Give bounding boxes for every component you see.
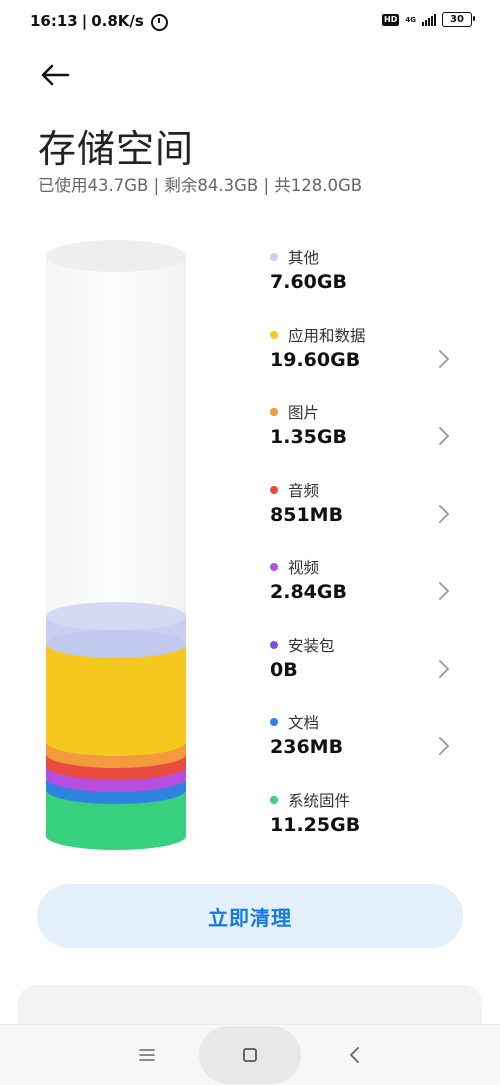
category-label: 文档 <box>288 714 320 732</box>
photos-dot-icon <box>270 408 278 416</box>
nav-back-icon[interactable] <box>345 1045 365 1065</box>
status-left: 16:13 | 0.8K/s <box>30 12 168 31</box>
apk-dot-icon <box>270 640 278 649</box>
category-label: 应用和数据 <box>288 326 366 345</box>
storage-summary: 已使用43.7GB | 剩余84.3GB | 共128.0GB <box>38 176 363 195</box>
category-system-firmware: 系统固件 11.25GB <box>270 787 470 865</box>
chevron-right-icon[interactable] <box>434 347 454 371</box>
category-audio[interactable]: 音频 851MB <box>270 477 470 555</box>
category-apk[interactable]: 安装包 0B <box>270 632 470 710</box>
category-photos[interactable]: 图片 1.35GB <box>270 399 470 477</box>
other-dot-icon <box>270 253 278 261</box>
back-button[interactable] <box>38 58 72 92</box>
arrow-left-icon <box>41 64 70 86</box>
status-bar: 16:13 | 0.8K/s HD 4G 30 <box>0 0 500 44</box>
home-icon[interactable] <box>240 1045 260 1065</box>
category-size: 11.25GB <box>270 813 361 836</box>
category-label: 系统固件 <box>288 791 351 810</box>
category-label: 图片 <box>288 404 320 422</box>
video-dot-icon <box>270 563 278 571</box>
chevron-right-icon[interactable] <box>434 734 454 758</box>
navigation-bar <box>0 1024 500 1085</box>
hd-icon: HD <box>382 13 400 26</box>
alarm-icon <box>150 13 168 31</box>
status-speed: 0.8K/s <box>91 12 144 30</box>
storage-cylinder <box>46 240 186 850</box>
category-label: 视频 <box>288 559 320 577</box>
category-size: 7.60GB <box>270 271 347 293</box>
network-type: 4G <box>405 15 416 24</box>
status-separator: | <box>81 12 88 30</box>
battery-icon: 30 <box>442 12 475 27</box>
signal-icon <box>422 13 436 26</box>
status-right: HD 4G 30 <box>382 12 475 27</box>
status-time: 16:13 <box>30 12 78 30</box>
category-label: 音频 <box>288 481 320 500</box>
menu-icon[interactable] <box>137 1045 157 1065</box>
firmware-dot-icon <box>270 795 278 804</box>
category-other: 其他 7.60GB <box>270 244 470 322</box>
audio-dot-icon <box>270 485 278 494</box>
storage-legend: 其他 7.60GB 应用和数据 19.60GB 图片 1.35GB 音频 851… <box>270 244 470 864</box>
category-video[interactable]: 视频 2.84GB <box>270 554 470 632</box>
category-documents[interactable]: 文档 236MB <box>270 709 470 787</box>
category-label: 安装包 <box>288 636 335 655</box>
chevron-right-icon[interactable] <box>434 502 454 526</box>
clean-now-button[interactable]: 立即清理 <box>37 884 463 948</box>
apps-dot-icon <box>270 330 278 339</box>
chevron-right-icon[interactable] <box>434 657 454 681</box>
category-apps-data[interactable]: 应用和数据 19.60GB <box>270 322 470 400</box>
chevron-right-icon[interactable] <box>434 424 454 448</box>
documents-dot-icon <box>270 718 278 726</box>
battery-level: 30 <box>450 14 464 25</box>
category-label: 其他 <box>288 249 320 267</box>
chevron-right-icon[interactable] <box>434 579 454 603</box>
page-title: 存储空间 <box>38 127 195 171</box>
